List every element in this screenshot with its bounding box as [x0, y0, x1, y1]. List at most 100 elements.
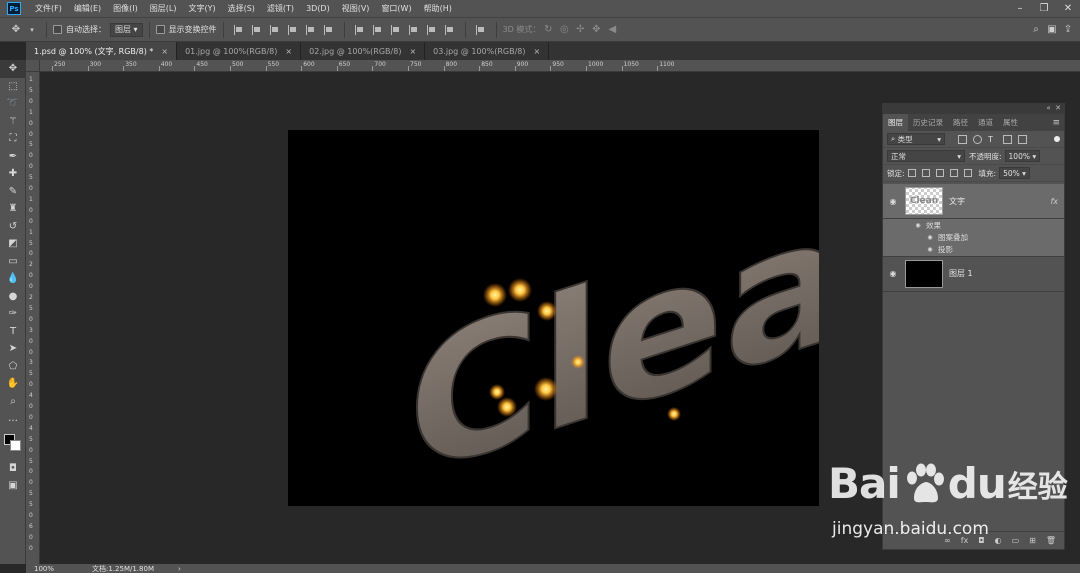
tab-03jpg[interactable]: 03.jpg @ 100%(RGB/8) × [425, 42, 550, 60]
lock-transparent-icon[interactable] [907, 169, 916, 177]
3d-drag-icon[interactable]: ✢ [572, 22, 588, 38]
filter-toggle-icon[interactable] [1054, 136, 1060, 142]
lock-position-icon[interactable] [935, 169, 944, 177]
menu-file[interactable]: 文件(F) [29, 3, 68, 14]
menu-image[interactable]: 图像(I) [107, 3, 144, 14]
auto-select-checkbox[interactable] [53, 25, 62, 34]
menu-edit[interactable]: 编辑(E) [68, 3, 107, 14]
menu-filter[interactable]: 滤镜(T) [261, 3, 300, 14]
close-icon[interactable]: × [285, 47, 292, 56]
document-canvas[interactable]: Clean [288, 130, 819, 506]
distribute-hcenter-icon[interactable] [426, 24, 437, 35]
path-selection-tool-icon[interactable]: ➤ [0, 340, 26, 358]
type-filter-icon[interactable]: T [988, 135, 997, 144]
move-tool-icon[interactable]: ✥ [8, 22, 24, 38]
effect-row-pattern-overlay[interactable]: ◉ 图案叠加 [883, 231, 1064, 244]
visibility-eye-icon[interactable]: ◉ [913, 222, 923, 229]
align-left-icon[interactable] [233, 24, 244, 35]
tab-1psd[interactable]: 1.psd @ 100% (文字, RGB/8) * × [26, 42, 178, 60]
pixel-filter-icon[interactable] [958, 134, 967, 144]
stamp-tool-icon[interactable]: ♜ [0, 200, 26, 218]
effects-group-row[interactable]: ◉ 效果 [883, 219, 1064, 232]
search-icon[interactable]: ⌕ [1028, 22, 1044, 38]
pen-tool-icon[interactable]: ✑ [0, 305, 26, 323]
auto-select-dropdown[interactable]: 图层 ▾ [110, 22, 143, 37]
tab-01jpg[interactable]: 01.jpg @ 100%(RGB/8) × [177, 42, 302, 60]
menu-help[interactable]: 帮助(H) [418, 3, 458, 14]
document-info[interactable]: 文档:1.25M/1.80M [92, 564, 154, 573]
crop-tool-icon[interactable]: ⛶ [0, 130, 26, 148]
visibility-eye-icon[interactable]: ◉ [925, 246, 935, 253]
menu-3d[interactable]: 3D(D) [300, 4, 336, 13]
lock-artboard-icon[interactable] [949, 169, 958, 177]
marquee-tool-icon[interactable]: ⬚ [0, 78, 26, 96]
blend-mode-dropdown[interactable]: 正常 ▾ [887, 150, 965, 162]
visibility-eye-icon[interactable]: ◉ [883, 197, 903, 206]
show-transform-checkbox[interactable] [155, 25, 165, 34]
3d-slide-icon[interactable]: ✥ [588, 22, 604, 38]
3d-roll-icon[interactable]: ◎ [556, 22, 572, 38]
close-icon[interactable]: ✕ [1055, 104, 1061, 112]
align-bottom-icon[interactable] [323, 24, 334, 35]
distribute-left-icon[interactable] [408, 24, 419, 35]
fill-input[interactable]: 50% ▾ [999, 167, 1030, 179]
layer-row-background[interactable]: ◉ 图层 1 [883, 257, 1064, 292]
shape-tool-icon[interactable]: ⬠ [0, 358, 26, 376]
distribute-right-icon[interactable] [444, 24, 455, 35]
align-top-icon[interactable] [287, 24, 298, 35]
align-right-icon[interactable] [269, 24, 280, 35]
align-hcenter-icon[interactable] [251, 24, 262, 35]
move-tool-icon[interactable]: ✥ [0, 60, 26, 78]
visibility-eye-icon[interactable]: ◉ [883, 269, 903, 278]
lasso-tool-icon[interactable]: ➰ [0, 95, 26, 113]
dodge-tool-icon[interactable]: ● [0, 288, 26, 306]
opacity-input[interactable]: 100% ▾ [1004, 150, 1041, 162]
tab-channels[interactable]: 通道 [973, 114, 998, 131]
tab-history[interactable]: 历史记录 [908, 114, 948, 131]
distribute-vcenter-icon[interactable] [372, 24, 383, 35]
panel-menu-icon[interactable]: ≡ [1052, 118, 1060, 128]
auto-align-icon[interactable] [475, 24, 486, 35]
menu-layer[interactable]: 图层(L) [144, 3, 183, 14]
shape-filter-icon[interactable] [1003, 134, 1012, 144]
screen-mode-icon[interactable]: ▣ [0, 477, 26, 495]
healing-brush-tool-icon[interactable]: ✚ [0, 165, 26, 183]
close-icon[interactable]: × [161, 47, 168, 56]
smart-object-filter-icon[interactable] [1018, 134, 1027, 144]
distribute-bottom-icon[interactable] [390, 24, 401, 35]
effect-row-drop-shadow[interactable]: ◉ 投影 [883, 244, 1064, 257]
menu-window[interactable]: 窗口(W) [375, 3, 417, 14]
tab-paths[interactable]: 路径 [948, 114, 973, 131]
close-icon[interactable]: × [534, 47, 541, 56]
share-icon[interactable]: ⇪ [1060, 22, 1076, 38]
close-icon[interactable]: × [409, 47, 416, 56]
close-button[interactable]: ✕ [1056, 0, 1080, 17]
type-tool-icon[interactable]: T [0, 323, 26, 341]
align-vcenter-icon[interactable] [305, 24, 316, 35]
layer-row-text[interactable]: ◉ Clean 文字 fx [883, 184, 1064, 219]
eraser-tool-icon[interactable]: ◩ [0, 235, 26, 253]
lock-all-icon[interactable] [963, 169, 972, 177]
distribute-top-icon[interactable] [354, 24, 365, 35]
hand-tool-icon[interactable]: ✋ [0, 375, 26, 393]
menu-type[interactable]: 文字(Y) [182, 3, 221, 14]
zoom-tool-icon[interactable]: ⌕ [0, 393, 26, 411]
zoom-level[interactable]: 100% [26, 565, 62, 573]
tab-properties[interactable]: 属性 [998, 114, 1023, 131]
fx-icon[interactable]: fx [1050, 197, 1058, 206]
quick-mask-icon[interactable]: ◘ [0, 460, 26, 478]
restore-button[interactable]: ❐ [1032, 0, 1056, 17]
brush-tool-icon[interactable]: ✎ [0, 183, 26, 201]
workspace-icon[interactable]: ▣ [1044, 22, 1060, 38]
3d-rotate-icon[interactable]: ↻ [540, 22, 556, 38]
menu-view[interactable]: 视图(V) [336, 3, 376, 14]
menu-select[interactable]: 选择(S) [222, 3, 261, 14]
eyedropper-tool-icon[interactable]: ✒ [0, 148, 26, 166]
chevron-down-icon[interactable]: ▾ [24, 22, 40, 38]
visibility-eye-icon[interactable]: ◉ [925, 234, 935, 241]
layer-filter-dropdown[interactable]: ⌕ 类型 ▾ [887, 133, 945, 145]
adjustment-filter-icon[interactable] [973, 134, 982, 144]
gradient-tool-icon[interactable]: ▭ [0, 253, 26, 271]
status-menu-arrow[interactable]: › [178, 565, 181, 573]
blur-tool-icon[interactable]: 💧 [0, 270, 26, 288]
